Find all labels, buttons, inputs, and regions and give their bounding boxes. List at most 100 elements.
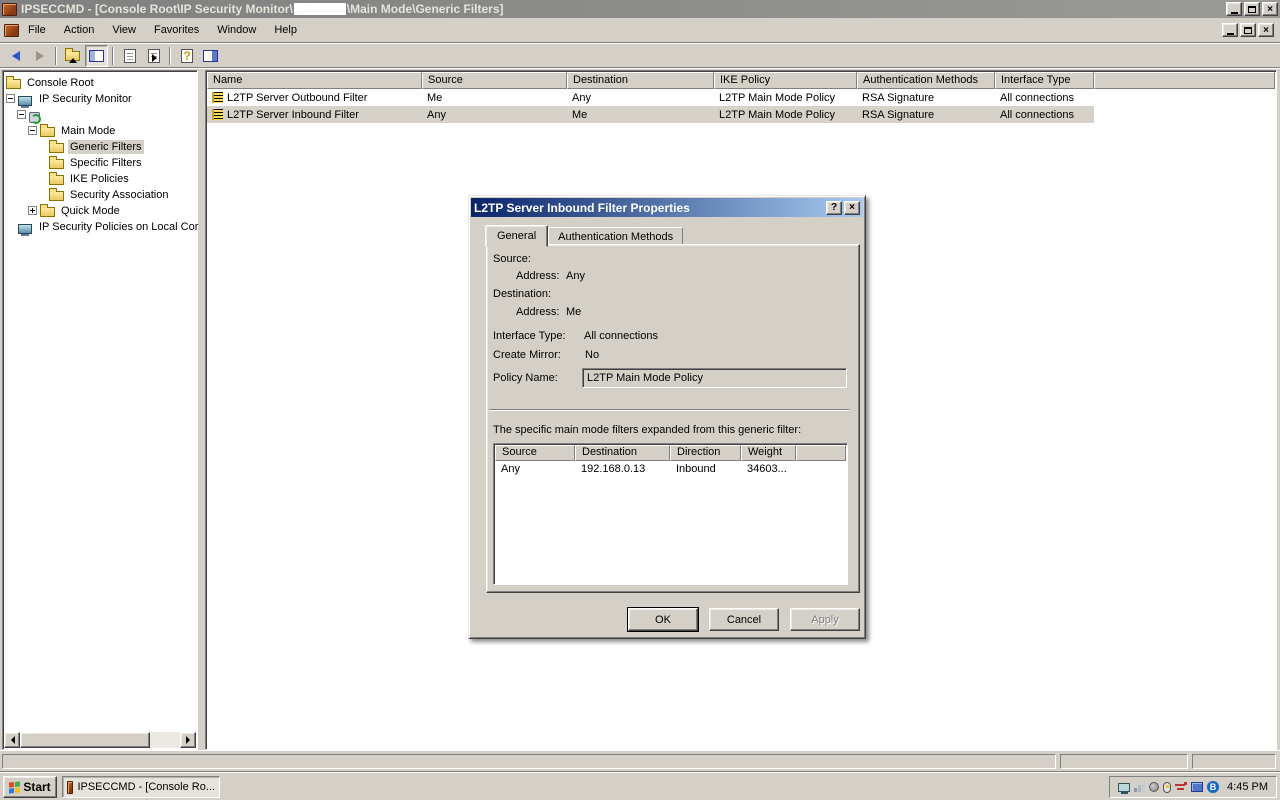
menu-file[interactable]: File [19,22,55,38]
source-label: Source: [493,253,531,265]
minimize-icon [1227,33,1234,35]
bluetooth-icon[interactable]: B [1207,781,1219,793]
wireless-signal-icon[interactable] [1134,782,1145,792]
filter-col-direction[interactable]: Direction [670,445,741,461]
column-header-source[interactable]: Source [422,72,567,89]
column-header-name[interactable]: Name [207,72,422,89]
menu-favorites[interactable]: Favorites [145,22,208,38]
column-header-ike-policy[interactable]: IKE Policy [714,72,857,89]
scrollbar-thumb[interactable] [20,732,150,748]
menu-action[interactable]: Action [55,22,104,38]
tree-item-label[interactable] [44,114,48,116]
list-row-inbound-filter-selected[interactable]: L2TP Server Inbound Filter Any Me L2TP M… [207,106,1094,123]
dialog-tabs: General Authentication Methods [485,225,683,246]
column-header-interface-type[interactable]: Interface Type [995,72,1094,89]
tree-item-monitored-computer[interactable] [3,107,14,123]
menu-help[interactable]: Help [265,22,306,38]
start-button[interactable]: Start [3,776,57,798]
collapse-expander-icon[interactable] [17,110,26,119]
dialog-title: L2TP Server Inbound Filter Properties [474,201,690,215]
console-app-icon[interactable] [2,3,17,16]
filter-col-destination[interactable]: Destination [575,445,670,461]
restore-icon [1244,27,1252,34]
taskbar-clock[interactable]: 4:45 PM [1227,781,1268,793]
filter-properties-dialog: L2TP Server Inbound Filter Properties ? … [468,195,866,639]
tree-horizontal-scrollbar[interactable] [4,732,196,748]
child-close-button[interactable]: × [1258,23,1274,37]
tree-item-label[interactable]: Specific Filters [68,156,144,170]
tree-item-label[interactable]: Quick Mode [59,204,122,218]
window-title-prefix: IPSECCMD - [Console Root\IP Security Mon… [21,2,293,16]
create-mirror-value: No [585,349,599,361]
taskbar-task-ipseccmd[interactable]: IPSECCMD - [Console Ro... [62,776,220,798]
tree-item-label[interactable]: Security Association [68,188,170,202]
tree-item-label[interactable]: Console Root [25,76,96,90]
help-icon: ? [181,49,193,63]
toolbar-separator [169,47,171,65]
restore-icon [1248,6,1256,13]
forward-icon [36,51,44,61]
scroll-left-button[interactable] [4,732,20,748]
show-console-tree-button[interactable] [85,45,108,67]
tab-general[interactable]: General [485,225,548,247]
menu-window[interactable]: Window [208,22,265,38]
tree-item-label[interactable]: IP Security Policies on Local Cor [37,220,200,234]
cancel-button[interactable]: Cancel [709,608,779,631]
back-icon [12,51,20,61]
specific-filters-list[interactable]: Source Destination Direction Weight Any … [493,443,848,585]
ok-button[interactable]: OK [628,608,698,631]
help-button[interactable]: ? [175,45,198,67]
dialog-close-button[interactable]: × [844,201,860,215]
scroll-right-button[interactable] [180,732,196,748]
start-label: Start [23,780,50,794]
folder-icon [49,159,64,169]
menu-bar: File Action View Favorites Window Help × [0,18,1280,43]
windows-logo-icon [9,781,20,793]
tree-item-label[interactable]: IP Security Monitor [37,92,134,106]
network-computer-icon[interactable] [1118,783,1130,792]
up-one-level-button[interactable] [61,45,84,67]
tree-item-label-selected[interactable]: Generic Filters [68,140,144,154]
filter-col-source[interactable]: Source [495,445,575,461]
filter-col-weight[interactable]: Weight [741,445,796,461]
back-button[interactable] [4,45,27,67]
policy-name-input[interactable] [582,368,847,388]
show-action-pane-button[interactable] [199,45,222,67]
export-list-button[interactable] [142,45,165,67]
filter-list-row[interactable]: Any 192.168.0.13 Inbound 34603... [495,461,846,476]
filter-col-filler [796,445,846,461]
volume-icon[interactable] [1149,782,1159,792]
folder-icon [49,191,64,201]
up-one-level-icon [65,51,80,61]
expanded-filters-label: The specific main mode filters expanded … [493,424,801,436]
properties-button[interactable] [118,45,141,67]
collapse-expander-icon[interactable] [6,94,15,103]
apply-button[interactable]: Apply [790,608,860,631]
tree-item-label[interactable]: IKE Policies [68,172,131,186]
status-panel-main [2,754,1056,769]
window-titlebar[interactable]: IPSECCMD - [Console Root\IP Security Mon… [0,0,1280,18]
tree-item-ip-security-monitor[interactable]: IP Security Monitor [3,91,17,107]
minimize-button[interactable] [1226,2,1242,16]
forward-button[interactable] [28,45,51,67]
restore-button[interactable] [1244,2,1260,16]
list-row-outbound-filter[interactable]: L2TP Server Outbound Filter Me Any L2TP … [207,89,1094,106]
child-minimize-button[interactable] [1222,23,1238,37]
display-icon[interactable] [1191,782,1203,792]
text-service-icon[interactable] [1175,782,1187,793]
collapse-expander-icon[interactable] [28,126,37,135]
close-button[interactable]: × [1262,2,1278,16]
column-header-destination[interactable]: Destination [567,72,714,89]
console-child-icon[interactable] [4,24,19,37]
tree-item-ip-security-policies[interactable]: IP Security Policies on Local Cor [3,219,17,235]
tree-item-label[interactable]: Main Mode [59,124,117,138]
expand-expander-icon[interactable] [28,206,37,215]
column-header-auth-methods[interactable]: Authentication Methods [857,72,995,89]
cell-source: Me [422,92,567,104]
mouse-icon[interactable] [1163,782,1171,793]
child-restore-button[interactable] [1240,23,1256,37]
menu-view[interactable]: View [103,22,145,38]
dialog-titlebar[interactable]: L2TP Server Inbound Filter Properties ? … [471,198,863,217]
dialog-help-button[interactable]: ? [826,201,842,215]
filter-icon [212,109,223,120]
